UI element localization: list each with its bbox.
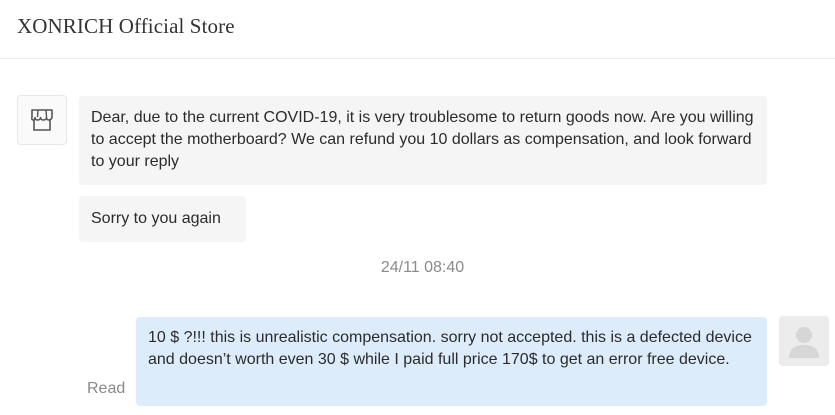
chat-header: XONRICH Official Store [0,0,835,59]
user-avatar[interactable] [779,316,829,366]
user-silhouette-icon [779,316,829,366]
store-icon [31,109,53,131]
message-store-2: Sorry to you again [79,196,246,242]
store-avatar[interactable] [17,95,67,145]
store-title: XONRICH Official Store [17,14,235,38]
message-timestamp: 24/11 08:40 [380,259,465,276]
message-store-1: Dear, due to the current COVID-19, it is… [79,96,767,185]
message-user-1: 10 $ ?!!! this is unrealistic compensati… [136,317,767,406]
read-receipt: Read [87,380,126,397]
